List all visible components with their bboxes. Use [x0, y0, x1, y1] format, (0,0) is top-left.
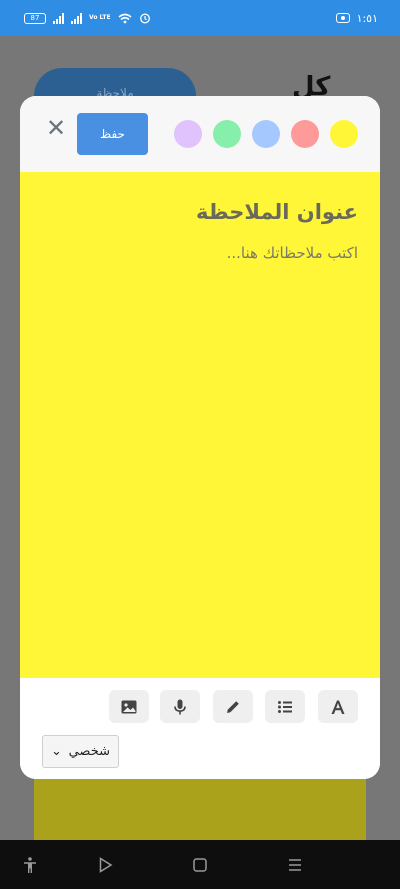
- save-button[interactable]: حفظ: [77, 113, 148, 155]
- voice-record-button[interactable]: [160, 690, 200, 723]
- volte-label: Vo LTE: [89, 14, 111, 21]
- battery-icon: 87: [24, 12, 46, 24]
- note-editor-area[interactable]: عنوان الملاحظة اكتب ملاحظاتك هنا...: [20, 172, 380, 678]
- menu-button[interactable]: [284, 854, 306, 876]
- category-arrow-icon: ⌄: [51, 744, 62, 759]
- note-body-input[interactable]: اكتب ملاحظاتك هنا...: [42, 244, 358, 262]
- note-title-input[interactable]: عنوان الملاحظة: [42, 200, 358, 224]
- accessibility-icon: [24, 857, 36, 873]
- status-bar: 87 Vo LTE ١:٥١: [0, 0, 400, 36]
- image-icon: [121, 700, 137, 713]
- back-button[interactable]: [94, 854, 116, 876]
- close-button[interactable]: ✕: [46, 116, 66, 140]
- record-icon: [335, 13, 350, 23]
- alarm-icon: [139, 13, 150, 24]
- text-format-button[interactable]: [318, 690, 358, 723]
- color-swatch-purple[interactable]: [174, 120, 202, 148]
- formatting-toolbar: ⌄ شخصي: [20, 678, 380, 779]
- signal-icon-2: [71, 12, 82, 24]
- back-icon: [99, 857, 113, 873]
- menu-icon: [289, 859, 301, 871]
- color-swatch-red[interactable]: [291, 120, 319, 148]
- checklist-button[interactable]: [265, 690, 305, 723]
- note-editor-modal: ✕ حفظ عنوان الملاحظة اكتب ملاحظاتك هنا..…: [20, 96, 380, 779]
- system-nav-bar: [0, 840, 400, 889]
- modal-header: ✕ حفظ: [20, 96, 380, 172]
- clock: ١:٥١: [356, 11, 378, 25]
- home-button[interactable]: [189, 854, 211, 876]
- background-note-card: [34, 776, 366, 840]
- pencil-icon: [227, 699, 240, 713]
- battery-level: 87: [30, 14, 40, 22]
- category-value: شخصي: [68, 744, 110, 759]
- color-swatch-green[interactable]: [213, 120, 241, 148]
- list-icon: [278, 700, 292, 713]
- color-swatch-blue[interactable]: [252, 120, 280, 148]
- accessibility-button[interactable]: [19, 854, 41, 876]
- color-swatch-yellow[interactable]: [330, 120, 358, 148]
- category-select[interactable]: ⌄ شخصي: [42, 735, 119, 768]
- draw-button[interactable]: [213, 690, 253, 723]
- insert-image-button[interactable]: [109, 690, 149, 723]
- microphone-icon: [174, 699, 186, 714]
- home-icon: [193, 858, 207, 872]
- signal-icon: [53, 12, 64, 24]
- wifi-icon: [118, 13, 132, 23]
- text-format-icon: [331, 700, 345, 714]
